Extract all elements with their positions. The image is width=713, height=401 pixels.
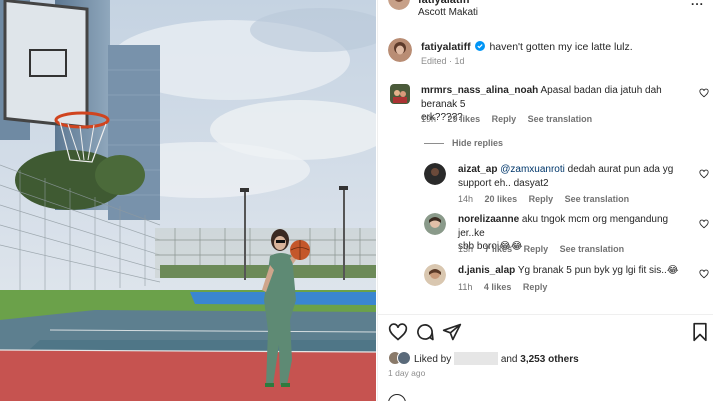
reply-time: 14h [458,194,474,204]
post-photo[interactable] [0,0,376,401]
hide-replies-label[interactable]: Hide replies [452,138,503,148]
share-icon[interactable] [442,322,462,342]
see-translation-button[interactable]: See translation [560,244,625,254]
blurred-username [454,352,499,365]
hide-replies-line [424,143,444,145]
action-bar [378,322,713,344]
see-translation-button[interactable]: See translation [565,194,630,204]
reply-text-line2: support eh.. dasyat2 [458,177,549,189]
comment-item: mrmrs_nass_alina_noah Apasal badan dia j… [388,84,709,126]
reply-item: d.janis_alap Yg branak 5 pun byk yg lgi … [424,264,709,296]
bookmark-icon[interactable] [690,322,710,342]
others-count[interactable]: 3,253 others [520,354,578,365]
edited-label: Edited [421,56,447,66]
reply-username[interactable]: norelizaanne [458,214,519,225]
comment-time: 19h [421,114,437,124]
post-date: 1 day ago [388,368,426,378]
reply-avatar[interactable] [424,163,446,185]
comments-panel: fatiyalatiff Ascott Makati ... fatiyalat… [377,0,713,401]
caption-username[interactable]: fatiyalatiff [421,41,471,53]
reply-text-line1: Yg branak 5 pun byk yg lgi fit sis..😂 [517,265,679,276]
heart-icon[interactable] [699,219,709,229]
reply-meta: 13h 7 likes Reply See translation [458,244,633,254]
liked-by-label: Liked by [414,354,452,365]
reply-time: 11h [458,282,473,292]
reply-username[interactable]: d.janis_alap [458,265,515,276]
verified-icon [474,41,485,51]
more-icon[interactable]: ... [691,0,704,8]
liker-avatars [388,351,411,365]
reply-item: norelizaanne aku tngok mcm org mengandun… [424,213,709,255]
hide-replies-button[interactable]: Hide replies [424,138,503,148]
actions-divider [378,314,713,315]
reply-meta: 11h 4 likes Reply [458,282,556,292]
comment-likes[interactable]: 29 likes [448,114,481,124]
likes-text: Liked by and 3,253 others [414,352,579,365]
post-header: fatiyalatiff Ascott Makati ... [378,0,713,22]
reply-avatar[interactable] [424,264,446,286]
commenter-avatar[interactable] [390,84,410,104]
likes-summary[interactable]: Liked by and 3,253 others [388,350,708,366]
reply-button[interactable]: Reply [523,282,548,292]
reply-meta: 14h 20 likes Reply See translation [458,194,638,204]
reply-button[interactable]: Reply [492,114,517,124]
see-translation-button[interactable]: See translation [528,114,593,124]
add-comment-avatar [388,394,406,401]
comment-username[interactable]: mrmrs_nass_alina_noah [421,85,538,96]
reply-username[interactable]: aizat_ap [458,164,497,175]
heart-icon[interactable] [699,169,709,179]
heart-icon[interactable] [388,322,408,342]
caption-text: haven't gotten my ice latte lulz. [489,41,633,53]
post-image [0,0,376,401]
heart-icon[interactable] [699,269,709,279]
reply-button[interactable]: Reply [524,244,549,254]
reply-likes[interactable]: 4 likes [484,282,512,292]
reply-likes[interactable]: 20 likes [485,194,518,204]
heart-icon[interactable] [699,88,709,98]
reply-text-line1: dedah aurat pun ada yg [564,164,674,175]
author-username[interactable]: fatiyalatiff [418,0,470,6]
caption-avatar[interactable] [388,38,412,62]
caption-age: 1d [454,56,465,66]
reply-item: aizat_ap @zamxuanroti dedah aurat pun ad… [424,163,709,205]
author-avatar[interactable] [388,0,410,10]
caption-text-line: fatiyalatiff haven't gotten my ice latte… [421,40,633,54]
reply-text: d.janis_alap Yg branak 5 pun byk yg lgi … [458,264,694,278]
reply-text: aizat_ap @zamxuanroti dedah aurat pun ad… [458,163,688,190]
reply-button[interactable]: Reply [529,194,554,204]
reply-likes[interactable]: 7 likes [485,244,513,254]
reply-avatar[interactable] [424,213,446,235]
reply-mention[interactable]: @zamxuanroti [500,164,565,175]
post-location[interactable]: Ascott Makati [418,7,478,18]
comment-icon[interactable] [415,322,435,342]
reply-time: 13h [458,244,474,254]
comment-meta: 19h 29 likes Reply See translation [421,114,601,124]
caption-meta: Edited · 1d [421,56,465,66]
liked-joiner: and [500,354,518,365]
